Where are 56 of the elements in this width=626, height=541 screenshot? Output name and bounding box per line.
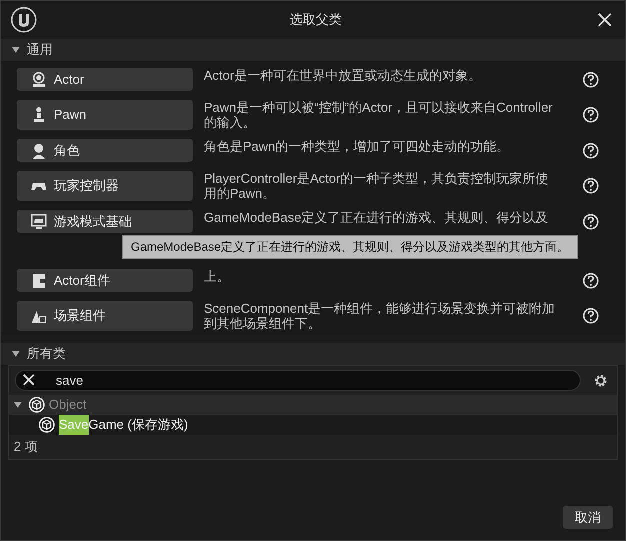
class-button[interactable]: 玩家控制器: [17, 171, 193, 201]
class-description: 上。: [204, 269, 231, 284]
help-icon: [583, 272, 599, 288]
all-classes-section-header[interactable]: 所有类: [11, 344, 66, 364]
expand-arrow-icon: [13, 400, 23, 410]
tree-row[interactable]: SaveGame (保存游戏): [9, 415, 617, 435]
class-description: 角色是Pawn的一种类型，增加了可四处走动的功能。: [204, 139, 511, 154]
help-button[interactable]: [583, 308, 599, 324]
help-icon: [583, 142, 599, 158]
class-button[interactable]: Pawn: [17, 100, 193, 130]
component-icon: [31, 272, 47, 288]
common-section-header[interactable]: 通用: [11, 40, 53, 60]
close-icon: [23, 374, 35, 386]
tooltip: GameModeBase定义了正在进行的游戏、其规则、得分以及游戏类型的其他方面。: [122, 235, 578, 259]
class-button[interactable]: 角色: [17, 139, 193, 162]
search-highlight: Save: [59, 415, 89, 435]
pawn-icon: [31, 107, 47, 123]
help-icon: [583, 308, 599, 324]
settings-icon: [593, 372, 609, 388]
class-description: Actor是一种可在世界中放置或动态生成的对象。: [204, 68, 482, 83]
window-title: 选取父类: [289, 11, 343, 30]
class-button[interactable]: 场景组件: [17, 301, 193, 331]
class-button[interactable]: 游戏模式基础: [17, 210, 193, 233]
help-button[interactable]: [583, 272, 599, 288]
settings-button[interactable]: [593, 372, 609, 388]
help-button[interactable]: [583, 178, 599, 194]
class-button[interactable]: Actor: [17, 68, 193, 91]
class-button[interactable]: Actor组件: [17, 269, 193, 292]
tree-item-label: Object: [49, 396, 87, 414]
help-icon: [583, 72, 599, 88]
cube-icon: [29, 397, 45, 413]
globe-stand-icon: [31, 72, 47, 88]
help-button[interactable]: [583, 142, 599, 158]
expand-arrow-icon: [11, 349, 21, 359]
tree-item-label: Game (保存游戏): [88, 416, 188, 434]
search-field[interactable]: save: [15, 370, 581, 391]
clear-search-button[interactable]: [21, 372, 37, 388]
tree-row[interactable]: Object: [9, 395, 617, 415]
help-icon: [583, 178, 599, 194]
class-description: SceneComponent是一种组件，能够进行场景变换并可被附加到其他场景组件下。: [204, 301, 556, 331]
class-description: PlayerController是Actor的一种子类型，其负责控制玩家所使用的Pawn。: [204, 171, 550, 201]
logo-icon: [11, 7, 37, 33]
cancel-button[interactable]: 取消: [563, 506, 613, 529]
item-count: 2 项: [13, 438, 39, 456]
help-button[interactable]: [583, 214, 599, 230]
person-icon: [31, 142, 47, 158]
screen-gamepad-icon: [31, 214, 47, 230]
help-icon: [583, 214, 599, 230]
help-icon: [583, 107, 599, 123]
class-description: Pawn是一种可以被“控制”的Actor，且可以接收来自Controller的输入。: [204, 100, 554, 130]
class-description: GameModeBase定义了正在进行的游戏、其规则、得分以及: [204, 210, 550, 225]
close-icon: [598, 13, 612, 27]
expand-arrow-icon: [11, 45, 21, 55]
help-button[interactable]: [583, 72, 599, 88]
help-button[interactable]: [583, 107, 599, 123]
cube-icon: [39, 417, 55, 433]
